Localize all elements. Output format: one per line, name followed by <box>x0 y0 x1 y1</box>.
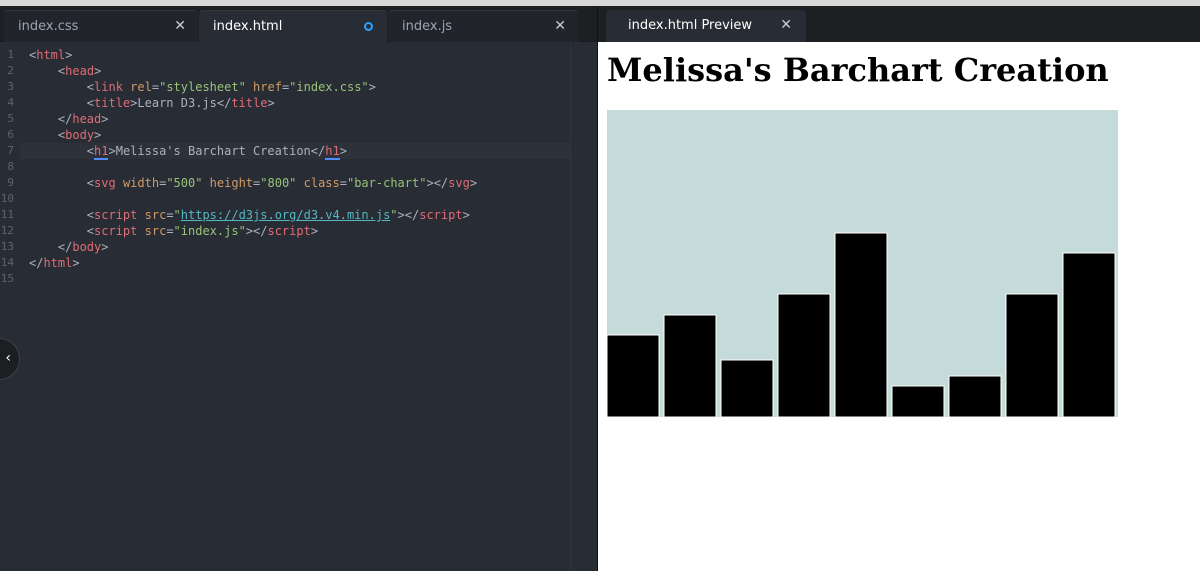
bar-4 <box>777 293 831 417</box>
tab-index-html-preview[interactable]: index.html Preview ✕ <box>606 10 806 42</box>
line-number: 15 <box>0 272 14 285</box>
tab-index-js[interactable]: index.js ✕ <box>388 10 578 42</box>
line-number: 6 <box>7 128 14 141</box>
code-editor[interactable]: 1 2 3 4 5 6 7 8 9 10 11 12 13 14 15 <htm… <box>0 43 597 571</box>
chevron-left-icon: ‹ <box>5 350 11 366</box>
editor-pane: index.css ✕ index.html index.js ✕ 1 2 3 … <box>0 6 597 571</box>
line-number: 11 <box>0 208 14 221</box>
bar-5 <box>834 232 888 417</box>
tab-index-css[interactable]: index.css ✕ <box>4 10 198 42</box>
d3-script-link[interactable]: https://d3js.org/d3.v4.min.js <box>181 208 391 222</box>
unsaved-changes-icon[interactable] <box>364 22 373 31</box>
code-line-7: <h1>Melissa's Barchart Creation</h1> <box>86 144 347 160</box>
preview-tab-bar: index.html Preview ✕ <box>598 6 1200 42</box>
line-number: 3 <box>7 80 14 93</box>
code-line-4: <title>Learn D3.js</title> <box>86 96 275 110</box>
code-line-14: </html> <box>29 256 80 270</box>
bar-chart <box>607 110 1118 417</box>
code-line-11: <script src="https://d3js.org/d3.v4.min.… <box>86 208 470 222</box>
code-line-9: <svg width="500" height="800" class="bar… <box>86 176 478 190</box>
tab-label: index.js <box>402 19 453 34</box>
bar-7 <box>948 375 1002 417</box>
bar-9 <box>1062 252 1116 417</box>
close-icon[interactable]: ✕ <box>780 17 792 33</box>
code-line-2: <head> <box>57 64 102 78</box>
close-icon[interactable]: ✕ <box>174 18 186 34</box>
editor-tab-bar: index.css ✕ index.html index.js ✕ <box>0 6 597 42</box>
code-line-6: <body> <box>57 128 102 142</box>
code-line-12: <script src="index.js"></script> <box>86 224 319 238</box>
line-number: 14 <box>0 256 14 269</box>
line-number: 4 <box>7 96 14 109</box>
line-number: 8 <box>7 160 14 173</box>
line-number: 12 <box>0 224 14 237</box>
bar-8 <box>1005 293 1059 417</box>
wrap-guide <box>570 43 571 571</box>
bar-2 <box>663 314 717 417</box>
tab-label: index.html <box>213 19 283 34</box>
code-line-3: <link rel="stylesheet" href="index.css"> <box>86 80 376 94</box>
line-number: 10 <box>0 192 14 205</box>
tab-label: index.css <box>18 19 79 34</box>
line-number: 2 <box>7 64 14 77</box>
tab-label: index.html Preview <box>628 18 753 33</box>
line-number: 5 <box>7 112 14 125</box>
bar-3 <box>720 359 774 417</box>
preview-content: Melissa's Barchart Creation <box>598 43 1200 571</box>
code-line-5: </head> <box>57 112 109 126</box>
tab-index-html[interactable]: index.html <box>199 10 387 42</box>
code-line-1: <html> <box>29 48 73 62</box>
page-title: Melissa's Barchart Creation <box>607 51 1109 89</box>
code-line-13: </body> <box>57 240 109 254</box>
line-number: 7 <box>7 144 14 157</box>
line-number: 13 <box>0 240 14 253</box>
preview-pane: index.html Preview ✕ Melissa's Barchart … <box>597 6 1200 571</box>
bar-1 <box>607 334 660 417</box>
close-icon[interactable]: ✕ <box>554 18 566 34</box>
bar-6 <box>891 385 945 417</box>
line-number: 1 <box>7 48 14 61</box>
line-number: 9 <box>7 176 14 189</box>
